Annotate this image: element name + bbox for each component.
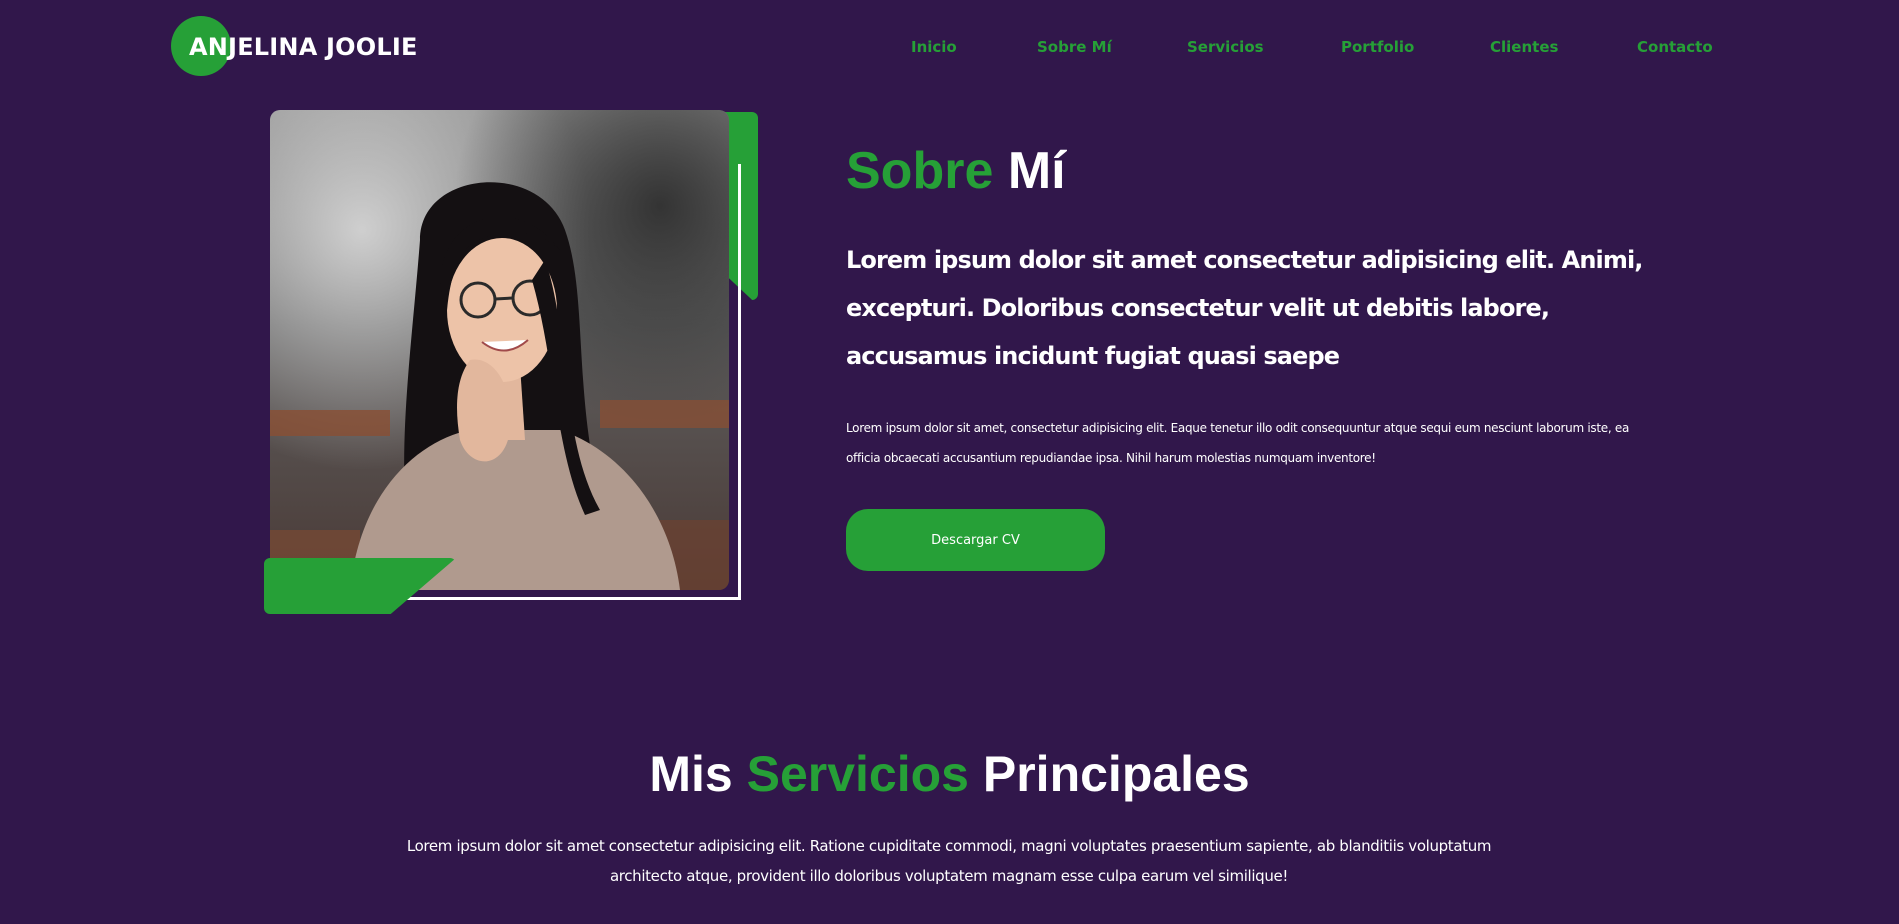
profile-photo: [270, 110, 729, 590]
services-title-part3: Principales: [982, 746, 1250, 802]
about-title: Sobre Mí: [846, 140, 1066, 202]
about-photo-block: [264, 110, 764, 620]
nav-link-clientes[interactable]: Clientes: [1490, 38, 1558, 56]
about-title-white: Mí: [1007, 142, 1066, 200]
nav-link-inicio[interactable]: Inicio: [911, 38, 957, 56]
nav-link-servicios[interactable]: Servicios: [1187, 38, 1264, 56]
about-body-text: Lorem ipsum dolor sit amet, consectetur …: [846, 421, 1629, 465]
about-lead-text: Lorem ipsum dolor sit amet consectetur a…: [846, 246, 1643, 370]
nav-link-contacto[interactable]: Contacto: [1637, 38, 1713, 56]
services-title-part1: Mis: [649, 746, 733, 802]
download-cv-button[interactable]: Descargar CV: [846, 509, 1105, 571]
services-title-part2: Servicios: [746, 746, 969, 802]
nav-link-portfolio[interactable]: Portfolio: [1341, 38, 1414, 56]
services-body-text: Lorem ipsum dolor sit amet consectetur a…: [406, 837, 1492, 885]
main-nav: Inicio Sobre Mí Servicios Portfolio Clie…: [0, 38, 1899, 62]
nav-link-sobre-mi[interactable]: Sobre Mí: [1037, 38, 1112, 56]
services-title: Mis Servicios Principales: [0, 746, 1899, 802]
profile-photo-illustration: [270, 110, 729, 590]
about-title-green: Sobre: [846, 142, 994, 200]
